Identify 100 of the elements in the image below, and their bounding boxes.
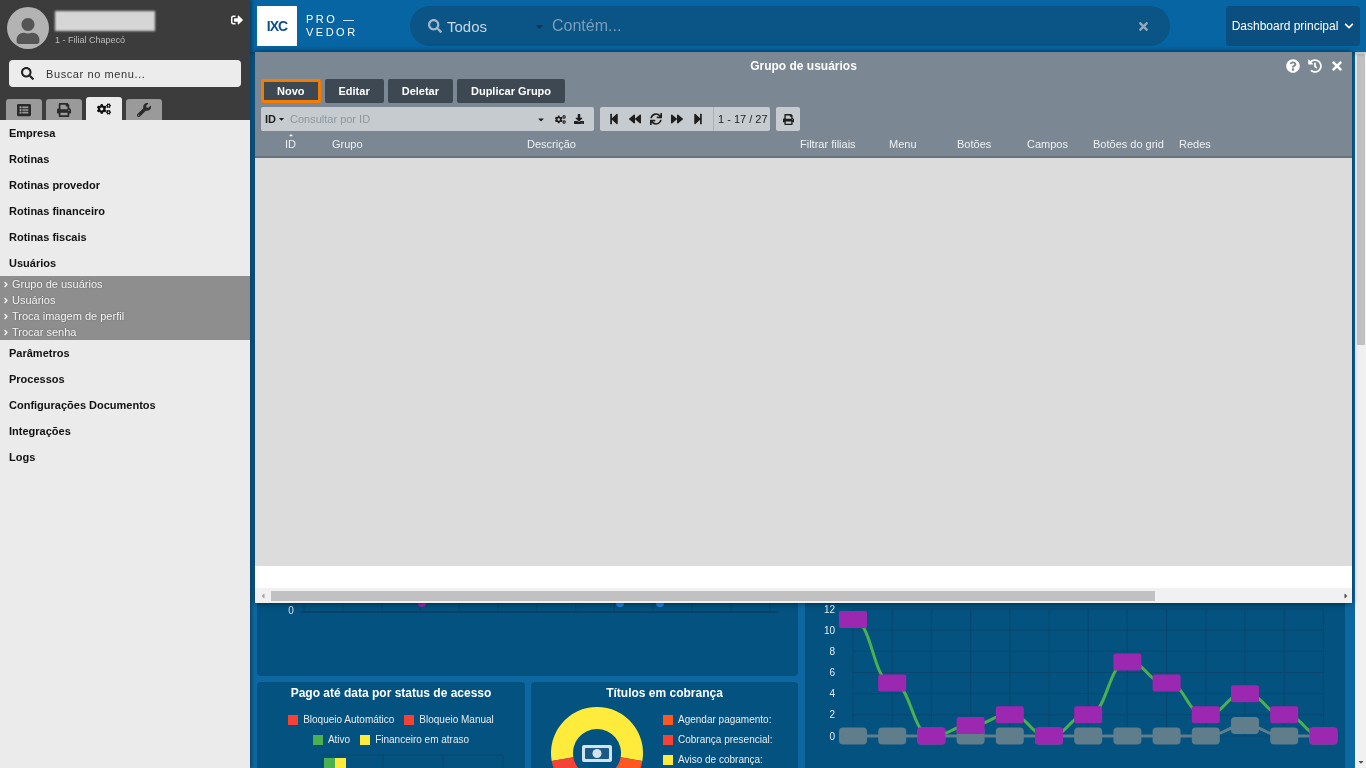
printer-icon xyxy=(57,102,71,117)
dashboard-menu-button[interactable]: Dashboard principal xyxy=(1226,6,1360,46)
branch-label: 1 - Filial Chapecó xyxy=(55,35,127,45)
menu-item[interactable]: Processos xyxy=(0,366,250,392)
chevron-icon xyxy=(3,327,9,337)
first-page-icon[interactable] xyxy=(608,113,620,125)
data-point-marker xyxy=(1270,727,1299,745)
legend-label: Bloqueio Automático xyxy=(303,714,395,726)
axis-tick-label: 10 xyxy=(823,624,835,636)
last-page-icon[interactable] xyxy=(692,113,704,125)
menu-item[interactable]: Rotinas fiscais xyxy=(0,224,250,250)
scroll-down-arrow-icon[interactable] xyxy=(1356,758,1365,766)
next-page-icon[interactable] xyxy=(671,113,683,125)
data-point-marker xyxy=(1152,727,1181,745)
search-icon xyxy=(428,19,442,33)
menu-search-field[interactable]: Buscar no menu... xyxy=(9,60,241,87)
page-scrollbar[interactable] xyxy=(1355,52,1366,768)
data-point xyxy=(656,603,664,607)
clear-icon[interactable] xyxy=(1137,19,1150,33)
print-button[interactable] xyxy=(776,107,800,131)
search-input[interactable]: Contém... xyxy=(552,17,1137,35)
data-point-marker xyxy=(956,716,985,734)
toolbar-button[interactable]: Duplicar Grupo xyxy=(457,79,566,103)
panel-title: Títulos em cobrança xyxy=(605,685,724,700)
data-point-marker xyxy=(1074,706,1103,724)
gears-icon[interactable] xyxy=(555,113,566,125)
menu-item[interactable]: Usuários xyxy=(0,250,250,276)
data-point-marker xyxy=(1113,653,1142,671)
caret-icon xyxy=(278,115,285,123)
data-point xyxy=(418,603,426,607)
axis-tick-label: 0 xyxy=(288,604,294,616)
data-point-marker xyxy=(995,727,1024,745)
menu-item[interactable]: Empresa xyxy=(0,120,250,146)
scrollbar-thumb[interactable] xyxy=(1356,54,1365,345)
axis-tick-label: 12 xyxy=(823,603,835,615)
toolbar-button[interactable]: Novo xyxy=(261,79,321,103)
scrollbar-thumb[interactable] xyxy=(271,590,1155,601)
data-point-marker xyxy=(1270,706,1299,724)
avatar-icon xyxy=(7,7,49,49)
wrench-icon xyxy=(137,102,151,117)
search-icon xyxy=(21,67,34,80)
logo-text: PRO — VEDOR xyxy=(306,13,359,39)
data-point-marker xyxy=(1191,706,1220,724)
logout-icon[interactable] xyxy=(231,14,243,26)
download-icon[interactable] xyxy=(574,114,584,124)
axis-tick-label: 8 xyxy=(829,645,835,657)
chevron-down-icon xyxy=(1344,21,1355,31)
data-point-marker xyxy=(1152,674,1181,692)
data-point-marker xyxy=(878,727,907,745)
data-point-marker xyxy=(1231,685,1259,703)
bar xyxy=(335,758,346,768)
refresh-icon[interactable] xyxy=(650,113,662,125)
page-range-text: 1 - 17 / 27 xyxy=(713,107,772,131)
horizontal-scrollbar[interactable] xyxy=(255,588,1352,603)
chevron-icon xyxy=(3,279,9,289)
data-point xyxy=(616,603,624,607)
list-icon xyxy=(17,102,31,117)
data-point-marker xyxy=(1231,716,1259,734)
menu-item[interactable]: Integrações xyxy=(0,418,250,444)
banknote-icon xyxy=(582,745,612,762)
menu-item[interactable]: Rotinas provedor xyxy=(0,172,250,198)
printer-icon xyxy=(782,113,794,125)
axis-tick-label: 6 xyxy=(829,667,835,678)
data-point-marker xyxy=(995,706,1024,724)
window-title: Grupo de usuários xyxy=(750,58,857,73)
data-point-marker xyxy=(878,674,907,692)
data-point-marker xyxy=(1113,727,1142,745)
logo-mark: IXC xyxy=(257,6,297,46)
scope-dropdown[interactable]: Todos xyxy=(447,12,545,40)
close-icon[interactable] xyxy=(1330,58,1344,73)
toolbar-button[interactable]: Deletar xyxy=(387,79,453,103)
history-icon[interactable] xyxy=(1308,58,1322,73)
toolbar-button[interactable]: Editar xyxy=(324,79,384,103)
legend-label: Ativo xyxy=(327,734,351,746)
panel-title: Pago até data por status de acesso xyxy=(289,685,493,700)
data-point-marker xyxy=(1074,727,1103,745)
legend-label: Financeiro em atraso xyxy=(375,734,470,746)
legend-label: Agendar pagamento: xyxy=(678,714,772,726)
data-point-marker xyxy=(1191,727,1220,745)
menu-item[interactable]: Configurações Documentos xyxy=(0,392,250,418)
scroll-right-arrow-icon[interactable] xyxy=(1343,591,1349,600)
field-selector[interactable]: ID xyxy=(265,113,285,125)
data-point-marker xyxy=(839,611,867,629)
sidebar-tab[interactable] xyxy=(86,97,122,120)
data-point-marker xyxy=(839,727,867,745)
menu-item[interactable]: Rotinas xyxy=(0,146,250,172)
legend-label: Cobrança presencial: xyxy=(678,734,773,746)
axis-tick-label: 4 xyxy=(829,688,835,700)
help-icon[interactable] xyxy=(1286,58,1300,73)
search-input[interactable]: Buscar no menu... xyxy=(46,67,241,80)
axis-tick-label: 2 xyxy=(829,709,835,721)
legend-label: Bloqueio Manual xyxy=(419,714,494,726)
menu-item[interactable]: Logs xyxy=(0,444,250,470)
bar xyxy=(324,758,335,768)
gears-icon xyxy=(97,101,111,116)
menu-item[interactable]: Parâmetros xyxy=(0,340,250,366)
menu-item[interactable]: Rotinas financeiro xyxy=(0,198,250,224)
legend-label: Aviso de cobrança: xyxy=(678,754,763,766)
previous-page-icon[interactable] xyxy=(629,113,641,125)
global-search-bar[interactable]: Todos Contém... xyxy=(410,6,1170,46)
